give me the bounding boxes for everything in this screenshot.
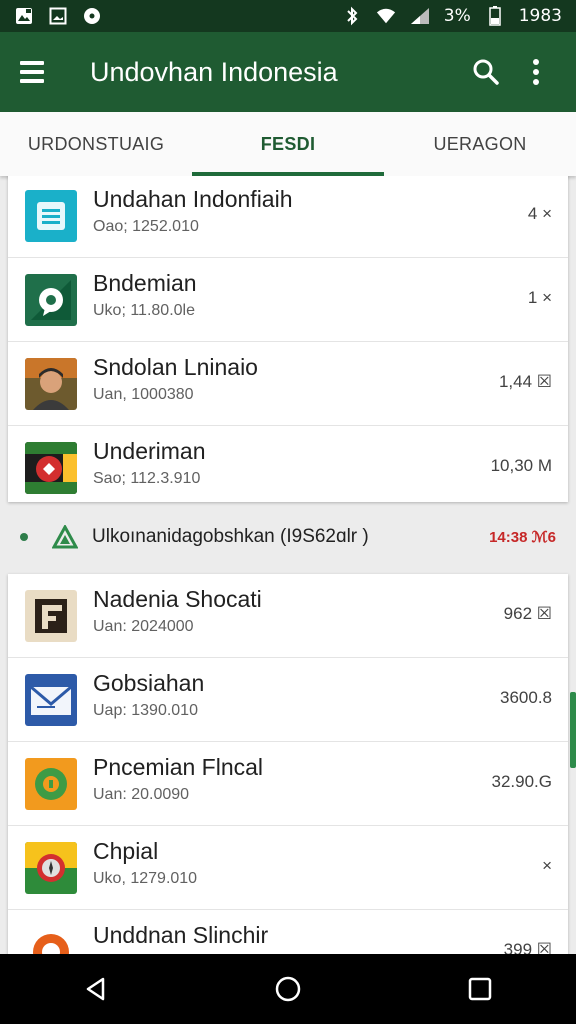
list-item[interactable]: Chpial Uko, 1279.010 × — [8, 826, 568, 910]
tab-fesdi[interactable]: FESDI — [192, 112, 384, 176]
app-title: Undovhan Indonesia — [90, 56, 338, 87]
list-item[interactable]: Undahan Indonfiaih Oao; 1252.010 4 × — [8, 176, 568, 258]
scrollbar[interactable] — [570, 692, 576, 768]
image-icon — [14, 6, 34, 26]
compass-icon — [25, 842, 77, 894]
item-subtitle: Uko; 11.80.0le — [93, 302, 195, 319]
mail-envelope-icon — [25, 674, 77, 726]
item-size: 1,44 ☒ — [498, 372, 552, 391]
status-bar: 3% 1983 — [0, 0, 576, 32]
item-name: Sndolan Lninaio — [93, 354, 258, 380]
circle-notification-icon — [82, 6, 102, 26]
section-header[interactable]: Ulkoınanidagobshkan (I9S62ɑlr ) 14:38 ℳ6 — [0, 512, 576, 562]
item-subtitle: Uko, 1279.010 — [93, 870, 198, 887]
list-item[interactable]: Gobsiahan Uap: 1390.010 3600.8 — [8, 658, 568, 742]
clock: 1983 — [518, 6, 562, 26]
app-bar: Undovhan Indonesia — [0, 32, 576, 112]
hamburger-menu-icon[interactable] — [20, 57, 50, 87]
person-photo-icon — [25, 358, 77, 410]
list-item[interactable]: Sndolan Lninaio Uan, 1000380 1,44 ☒ — [8, 342, 568, 426]
item-subtitle: Uan: 20.0090 — [93, 786, 190, 803]
item-size: 4 × — [527, 204, 552, 223]
more-vertical-icon[interactable] — [516, 52, 556, 92]
tab-urdonstuaig[interactable]: URDONSTUAIG — [0, 112, 192, 176]
battery-percent: 3% — [443, 6, 471, 26]
section-total: 14:38 ℳ6 — [489, 529, 556, 546]
section-dot — [20, 533, 28, 541]
item-size: 962 ☒ — [503, 604, 552, 623]
item-name: Undahan Indonfiaih — [93, 186, 293, 212]
list-item[interactable]: Unddnan Slinchir 399 ☒ — [8, 910, 568, 954]
item-subtitle: Uan: 2024000 — [93, 618, 194, 635]
flag-emblem-icon — [25, 442, 77, 494]
home-circle-icon[interactable] — [258, 959, 318, 1019]
signal-icon — [410, 6, 430, 26]
gallery-icon — [48, 6, 68, 26]
list-item[interactable]: Pncemian Flncal Uan: 20.0090 32.90.G — [8, 742, 568, 826]
document-icon — [25, 190, 77, 242]
search-icon[interactable] — [466, 52, 506, 92]
green-triangle-icon — [52, 525, 78, 549]
item-size: 32.90.G — [491, 772, 553, 791]
item-size: 1 × — [527, 288, 552, 307]
gear-badge-icon — [25, 758, 77, 810]
item-subtitle: Uan, 1000380 — [93, 386, 194, 403]
orange-gear-icon — [25, 926, 77, 954]
system-nav-bar — [0, 954, 576, 1024]
item-name: Gobsiahan — [93, 670, 205, 696]
item-size: 399 ☒ — [503, 940, 552, 954]
tab-bar: URDONSTUAIG FESDI UERAGON — [0, 112, 576, 176]
item-subtitle: Sao; 112.3.910 — [93, 470, 201, 487]
section-label: Ulkoınanidagobshkan (I9S62ɑlr ) — [92, 526, 369, 547]
chat-bubble-icon — [25, 274, 77, 326]
item-size: 3600.8 — [500, 688, 552, 707]
battery-icon — [485, 6, 505, 26]
item-name: Pncemian Flncal — [93, 754, 264, 780]
app-group-card: Undahan Indonfiaih Oao; 1252.010 4 × Bnd… — [8, 176, 568, 502]
item-name: Underiman — [93, 438, 206, 464]
item-name: Bndemian — [93, 270, 197, 296]
tab-ueragon[interactable]: UERAGON — [384, 112, 576, 176]
list-item[interactable]: Underiman Sao; 112.3.910 10,30 M — [8, 426, 568, 510]
letter-f-icon — [25, 590, 77, 642]
app-group-card: Nadenia Shocati Uan: 2024000 962 ☒ Gobsi… — [8, 574, 568, 954]
back-triangle-icon[interactable] — [66, 959, 126, 1019]
item-name: Chpial — [93, 838, 159, 864]
list-item[interactable]: Bndemian Uko; 11.80.0le 1 × — [8, 258, 568, 342]
content-list[interactable]: Undahan Indonfiaih Oao; 1252.010 4 × Bnd… — [0, 176, 576, 954]
recents-square-icon[interactable] — [450, 959, 510, 1019]
item-size: 10,30 M — [490, 456, 552, 475]
item-name: Nadenia Shocati — [93, 586, 262, 612]
item-name: Unddnan Slinchir — [93, 922, 269, 948]
wifi-icon — [376, 6, 396, 26]
list-item[interactable]: Nadenia Shocati Uan: 2024000 962 ☒ — [8, 574, 568, 658]
item-size: × — [542, 856, 552, 875]
item-subtitle: Uap: 1390.010 — [93, 702, 198, 719]
item-subtitle: Oao; 1252.010 — [93, 218, 199, 235]
bluetooth-icon — [342, 6, 362, 26]
